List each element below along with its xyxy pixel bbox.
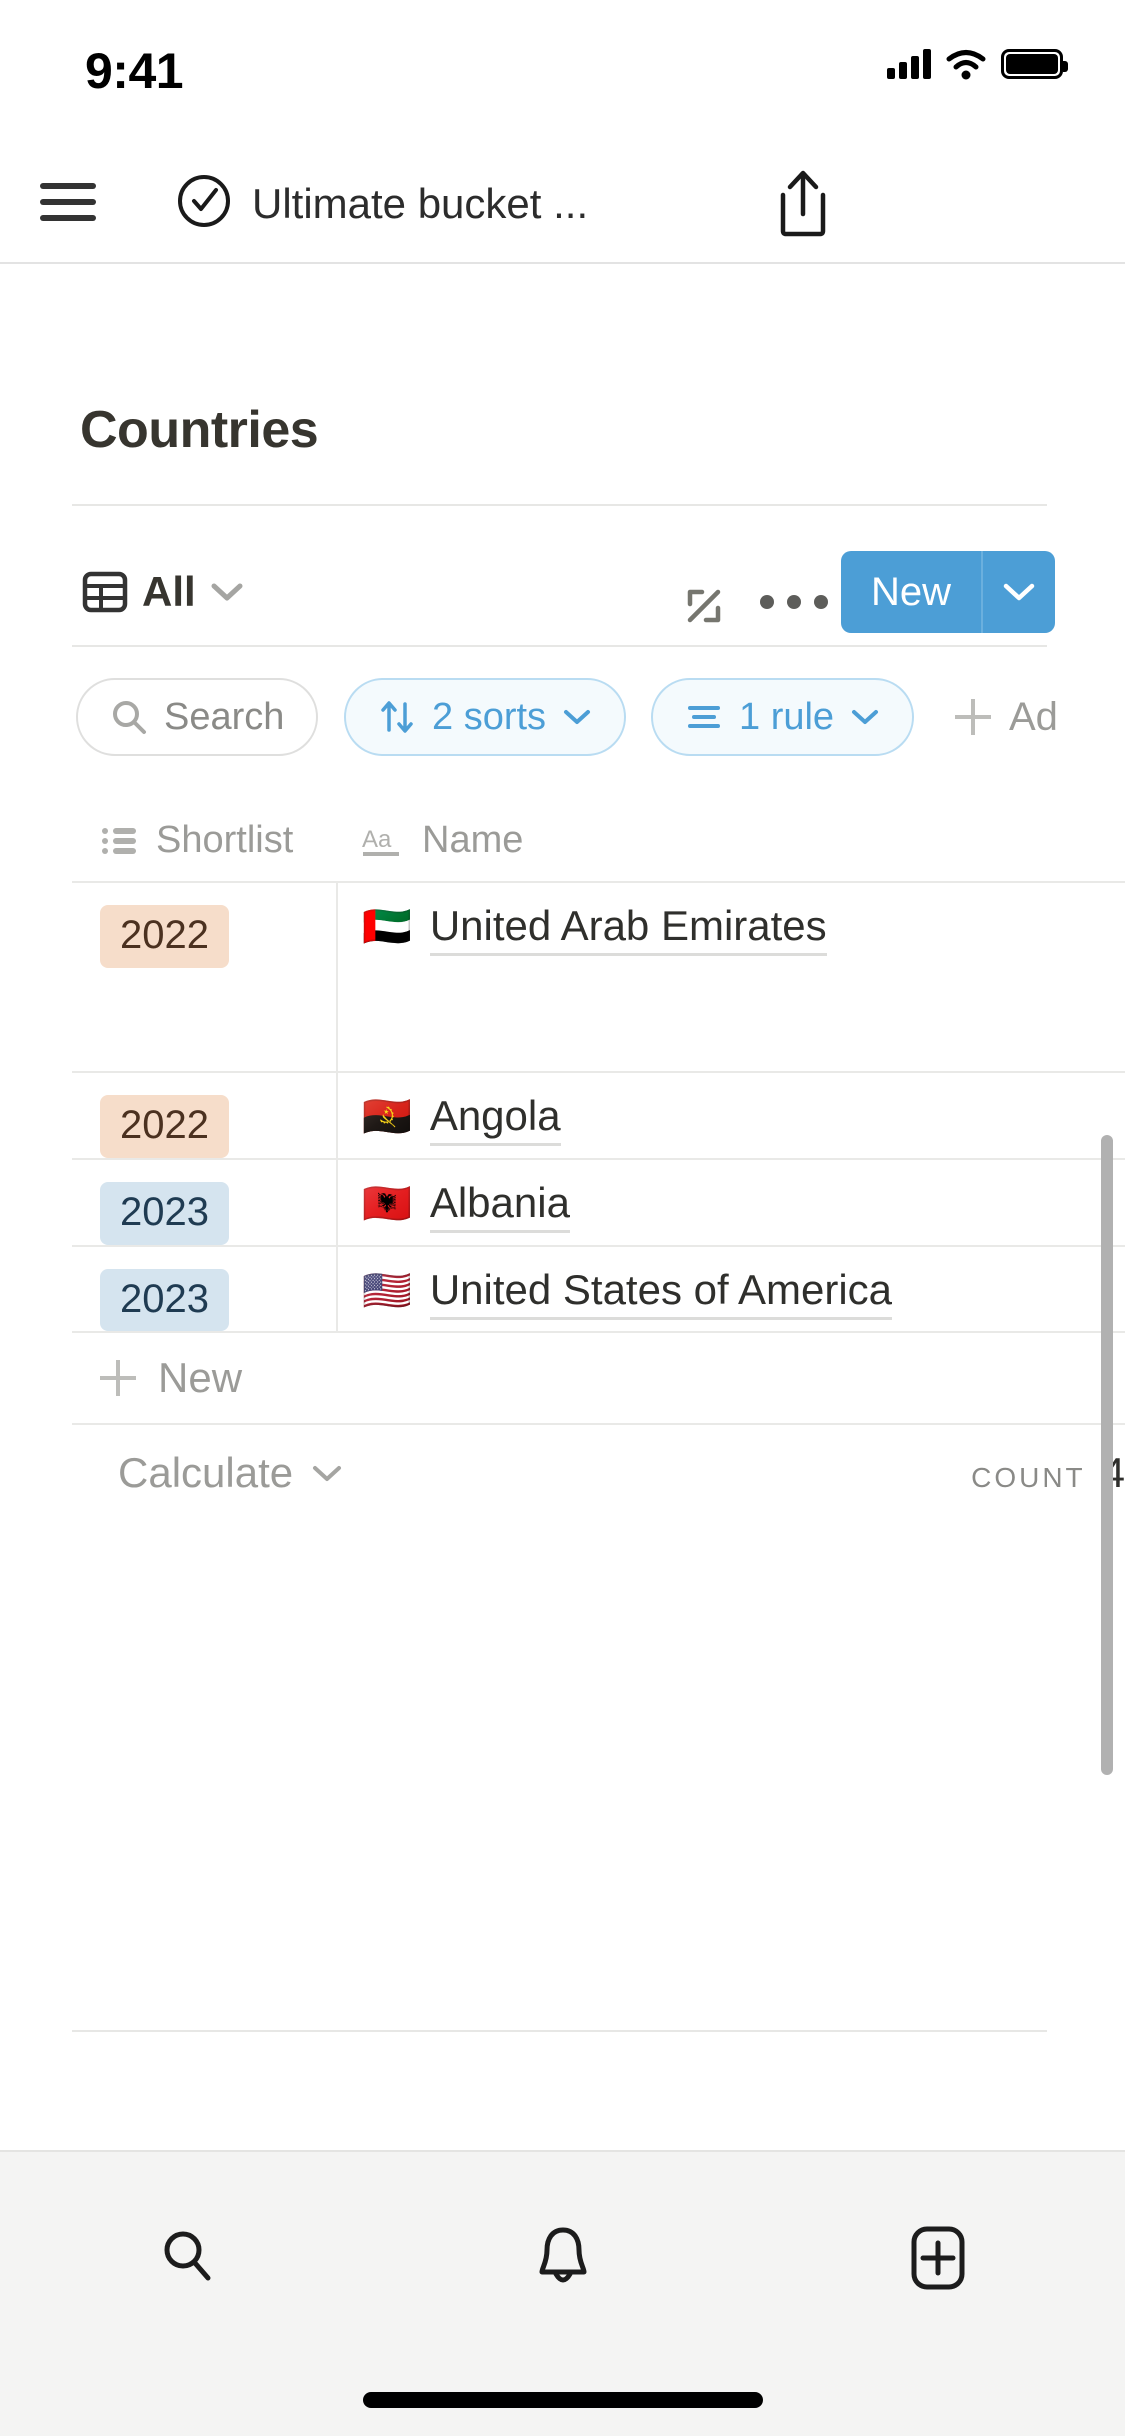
- rules-label: 1 rule: [739, 695, 835, 738]
- search-placeholder: Search: [164, 695, 285, 738]
- new-button[interactable]: New: [841, 551, 982, 633]
- cell-shortlist[interactable]: 2023: [72, 1159, 338, 1245]
- share-icon[interactable]: [770, 168, 836, 238]
- wifi-icon: [946, 50, 986, 80]
- search-icon: [113, 701, 146, 734]
- flag-icon: 🇦🇱: [362, 1181, 412, 1226]
- new-button-dropdown[interactable]: [983, 551, 1056, 633]
- table-row[interactable]: 2023 🇺🇸 United States of America: [72, 1246, 1125, 1334]
- document-title[interactable]: Ultimate bucket ...: [252, 180, 588, 228]
- sorts-label: 2 sorts: [432, 695, 547, 738]
- cell-name[interactable]: 🇦🇪 United Arab Emirates: [338, 883, 1125, 1071]
- chevron-down-icon: [564, 710, 591, 724]
- new-button-group[interactable]: New: [841, 551, 1056, 633]
- cell-shortlist[interactable]: 2022: [72, 1073, 338, 1158]
- search-icon: [164, 2231, 210, 2281]
- table-row[interactable]: 2022 🇦🇴 Angola: [72, 1073, 1125, 1160]
- status-bar: 9:41: [0, 0, 1125, 140]
- view-selector[interactable]: All: [82, 556, 244, 628]
- vertical-scrollbar[interactable]: [1101, 1135, 1113, 1775]
- column-label: Name: [422, 819, 524, 861]
- table-grid-icon: [82, 571, 128, 613]
- column-label: Shortlist: [156, 819, 294, 861]
- tab-create[interactable]: [750, 2224, 1125, 2292]
- record-title: United States of America: [429, 1266, 893, 1320]
- flag-icon: 🇦🇪: [362, 905, 412, 949]
- table-footer: Calculate COUNT 4: [72, 1425, 1125, 1521]
- search-input[interactable]: Search: [76, 678, 319, 756]
- home-indicator: [362, 2392, 763, 2408]
- cell-shortlist[interactable]: 2023: [72, 1246, 338, 1332]
- check-circle-icon: [178, 175, 230, 227]
- tab-search[interactable]: [0, 2224, 375, 2288]
- text-aa-icon: Aa: [362, 826, 399, 856]
- app-header: Ultimate bucket ...: [0, 140, 1125, 264]
- plus-icon: [100, 1360, 136, 1397]
- title-divider: [72, 504, 1047, 506]
- chevron-down-icon: [1003, 583, 1035, 601]
- battery-icon: [1001, 49, 1068, 79]
- add-record-label: New: [158, 1354, 243, 1402]
- status-badge: 2022: [100, 905, 229, 968]
- plus-icon: [955, 699, 991, 735]
- record-title: Angola: [429, 1092, 561, 1147]
- expand-diagonal-icon[interactable]: [680, 582, 728, 630]
- calculate-button[interactable]: Calculate: [118, 1449, 343, 1497]
- bell-icon: [539, 2227, 586, 2283]
- status-badge: 2022: [100, 1095, 229, 1158]
- column-header-shortlist[interactable]: Shortlist: [72, 800, 338, 881]
- hamburger-menu-icon[interactable]: [40, 180, 96, 224]
- toolbar-divider: [72, 645, 1047, 647]
- table-column-headers: Shortlist Aa Name: [72, 800, 1125, 883]
- status-indicators: [887, 48, 1068, 80]
- flag-icon: 🇦🇴: [362, 1095, 412, 1139]
- flag-icon: 🇺🇸: [362, 1268, 412, 1313]
- cell-name[interactable]: 🇦🇱 Albania: [338, 1160, 1125, 1245]
- chevron-down-icon: [313, 1466, 342, 1482]
- cell-name[interactable]: 🇦🇴 Angola: [338, 1073, 1125, 1158]
- status-time: 9:41: [85, 43, 184, 99]
- svg-text:Aa: Aa: [362, 826, 392, 853]
- tab-notifications[interactable]: [375, 2224, 750, 2290]
- cell-name[interactable]: 🇺🇸 United States of America: [338, 1247, 1125, 1332]
- chevron-down-icon: [852, 710, 879, 724]
- rules-chip[interactable]: 1 rule: [651, 678, 915, 756]
- list-bullets-icon: [102, 827, 136, 854]
- view-name: All: [142, 568, 196, 615]
- sort-arrows-icon: [381, 701, 413, 733]
- status-badge: 2023: [100, 1268, 229, 1332]
- status-badge: 2023: [100, 1181, 229, 1245]
- calculate-label: Calculate: [118, 1449, 294, 1497]
- table-row[interactable]: 2022 🇦🇪 United Arab Emirates: [72, 883, 1125, 1073]
- filter-row: Search 2 sorts 1 rule Ad: [0, 660, 1125, 780]
- record-title: United Arab Emirates: [429, 902, 827, 957]
- signal-bars-icon: [887, 49, 931, 79]
- app-screen: 9:41 Ultimate bucket ... Countries All N…: [0, 0, 1125, 2436]
- count-label: COUNT: [971, 1462, 1086, 1494]
- filter-lines-icon: [688, 706, 720, 728]
- cell-shortlist[interactable]: 2022: [72, 883, 338, 1071]
- page-title: Countries: [80, 401, 319, 459]
- chevron-down-icon: [211, 583, 243, 601]
- bottom-tab-bar: [0, 2150, 1125, 2436]
- table-row[interactable]: 2023 🇦🇱 Albania: [72, 1159, 1125, 1247]
- content-bottom-divider: [72, 2030, 1047, 2032]
- records-table: Shortlist Aa Name 2022 🇦🇪 United Arab Em…: [72, 800, 1125, 1521]
- add-filter-button[interactable]: Ad: [955, 678, 1058, 756]
- record-title: Albania: [429, 1179, 570, 1233]
- column-header-name[interactable]: Aa Name: [338, 800, 523, 881]
- view-toolbar: All New: [0, 540, 1125, 645]
- add-filter-label: Ad: [1009, 694, 1058, 739]
- plus-square-icon: [911, 2226, 964, 2290]
- add-record-row[interactable]: New: [72, 1333, 1125, 1426]
- more-horizontal-icon[interactable]: [760, 595, 828, 609]
- sorts-chip[interactable]: 2 sorts: [344, 678, 627, 756]
